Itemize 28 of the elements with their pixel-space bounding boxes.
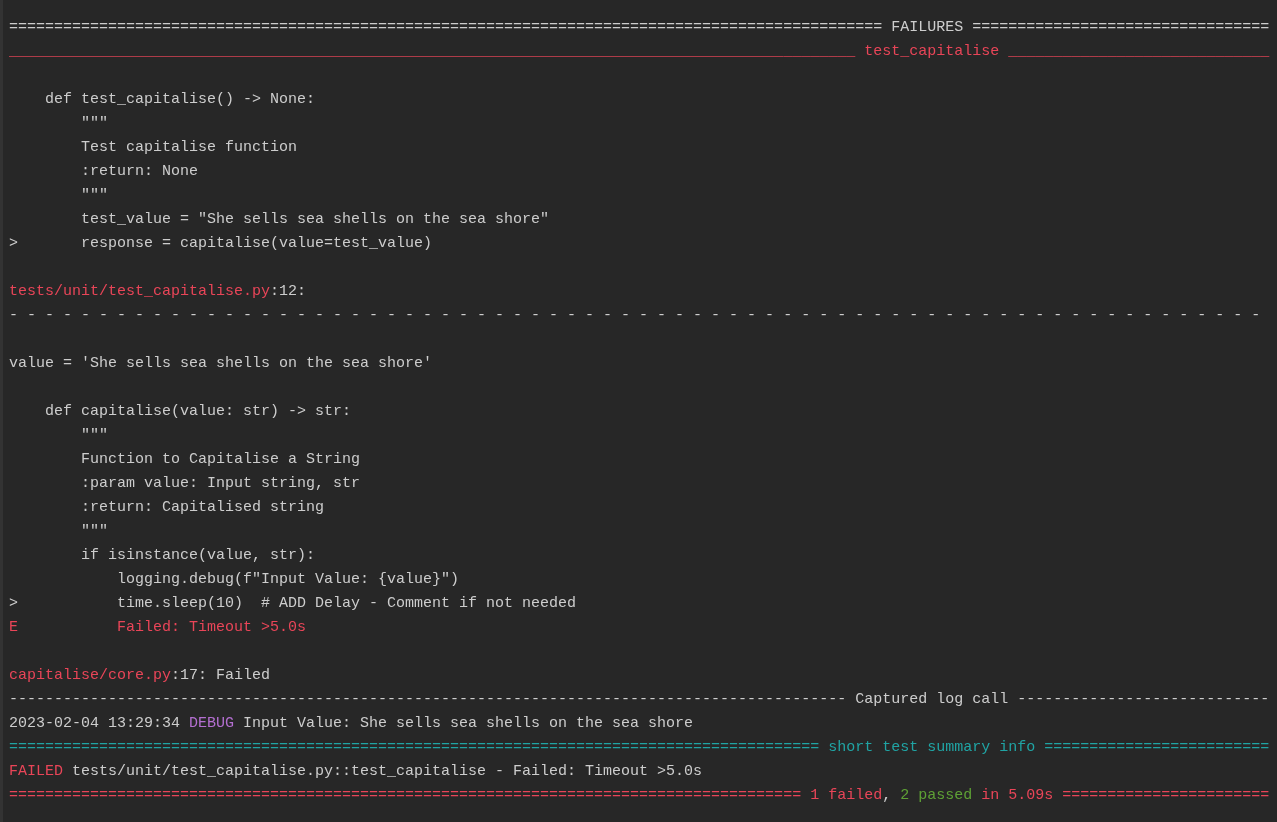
terminal-line: """ (80, 186, 109, 206)
terminal-line: :return: None (80, 162, 199, 182)
terminal-line: """ (80, 522, 109, 542)
terminal-line: tests/unit/test_capitalise.py:12: (9, 282, 307, 302)
terminal-line: > response = capitalise(value=test_value) (9, 234, 433, 254)
terminal-line: FAILED tests/unit/test_capitalise.py::test_capitalise - Failed: Timeout >5.0s (9, 762, 703, 782)
terminal-line: :param value: Input string, str (80, 474, 361, 494)
terminal-line: def capitalise(value: str) -> str: (44, 402, 352, 422)
terminal-line: logging.debug(f"Input Value: {value}") (116, 570, 460, 590)
terminal-line: Function to Capitalise a String (80, 450, 361, 470)
terminal-line: ______________________________________________________________________________________________ test_capitalise _____________________________ (9, 42, 1270, 62)
terminal-line: > time.sleep(10) # ADD Delay - Comment if not needed (9, 594, 577, 614)
terminal-line: Test capitalise function (80, 138, 298, 158)
terminal-line: value = 'She sells sea shells on the sea shore' (9, 354, 433, 374)
terminal-line: """ (80, 114, 109, 134)
terminal-line: :return: Capitalised string (80, 498, 325, 518)
terminal-line: if isinstance(value, str): (80, 546, 316, 566)
terminal-line: """ (80, 426, 109, 446)
terminal-line: capitalise/core.py:17: Failed (9, 666, 271, 686)
terminal-line: E Failed: Timeout >5.0s (9, 618, 307, 638)
terminal-line: def test_capitalise() -> None: (44, 90, 316, 110)
terminal-line: ================================================================================================= FAILURES ================================= (9, 18, 1270, 38)
terminal-line: ======================================================================================== 1 failed, 2 passed in 5.09s ======================= (9, 786, 1270, 806)
terminal-line: --------------------------------------------------------------------------------------------- Captured log call ---------------------------- (9, 690, 1270, 710)
terminal-line: ========================================================================================== short test summary info ========================= (9, 738, 1270, 758)
terminal-line: 2023-02-04 13:29:34 DEBUG Input Value: She sells sea shells on the sea shore (9, 714, 694, 734)
terminal-line: test_value = "She sells sea shells on the sea shore" (80, 210, 550, 230)
terminal-line: - - - - - - - - - - - - - - - - - - - - - - - - - - - - - - - - - - - - - - - - - - - - - - - - - - - - - - - - - - - - - - - - - - - - - - (9, 306, 1261, 326)
